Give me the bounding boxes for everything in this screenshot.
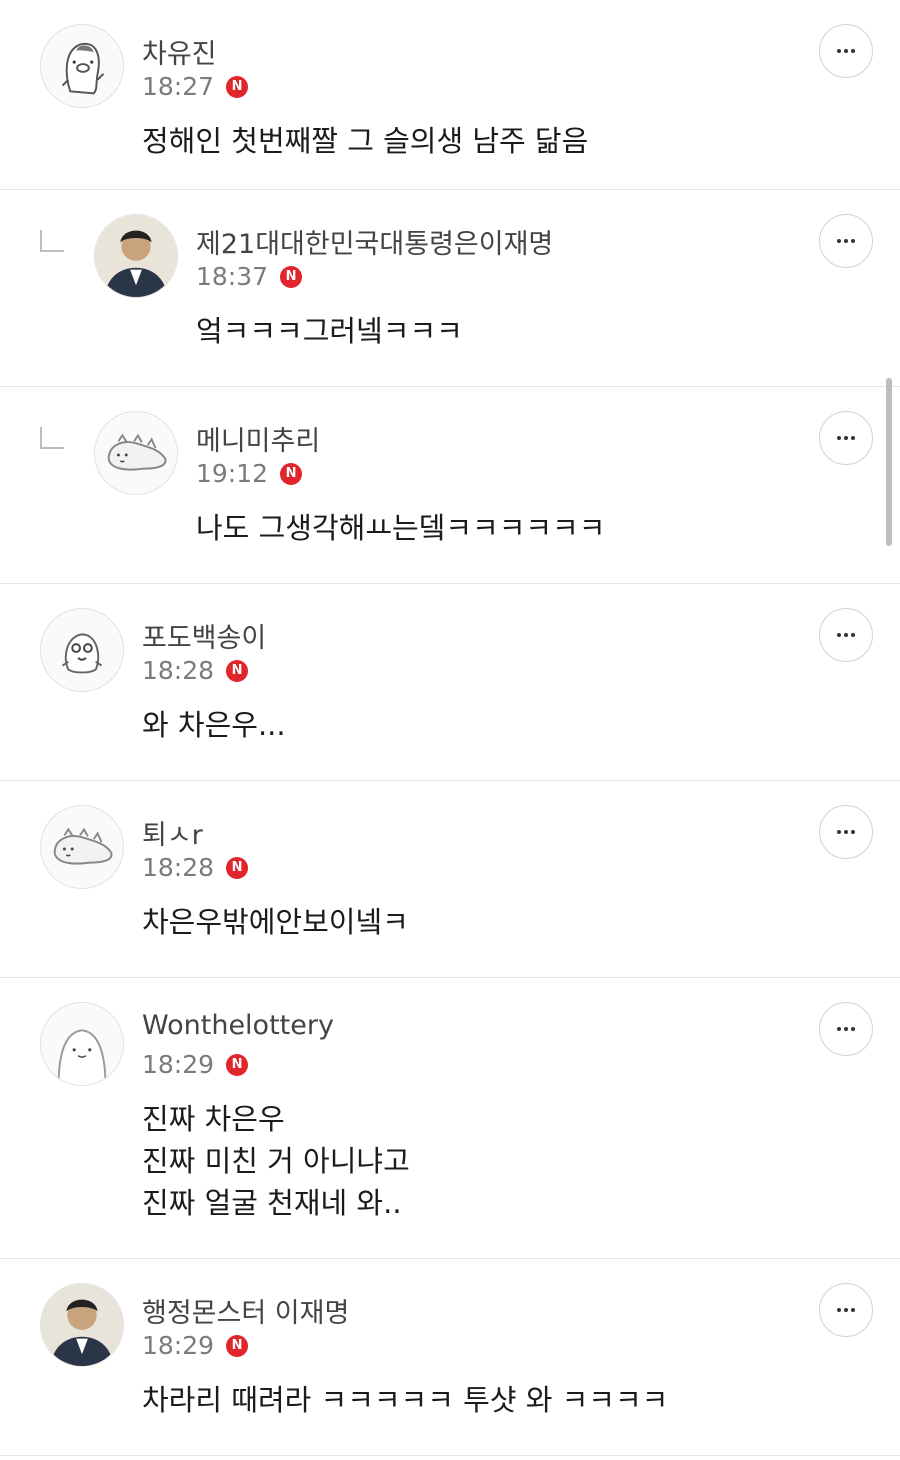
comment-item: 차유진 18:27 N 정해인 첫번째짤 그 슬의생 남주 닮음 (0, 0, 900, 190)
more-options-button[interactable] (819, 1283, 873, 1337)
person-photo-avatar[interactable] (40, 1283, 124, 1367)
blob-avatar-icon[interactable] (40, 608, 124, 692)
comment-item: 행정몬스터 이재명 18:29 N 차라리 때려라 ㅋㅋㅋㅋㅋ 투샷 와 ㅋㅋㅋㅋ (0, 1259, 900, 1456)
comment-author[interactable]: 제21대대한민국대통령은이재명 (196, 222, 553, 261)
comment-time: 18:27 (142, 72, 215, 101)
comment-author[interactable]: Wonthelottery (142, 1010, 334, 1041)
more-options-button[interactable] (819, 214, 873, 268)
comment-text: 차은우밖에안보이넼ㅋ (142, 905, 409, 939)
comment-meta: 19:12 N (196, 459, 303, 488)
comment-text: 차라리 때려라 ㅋㅋㅋㅋㅋ 투샷 와 ㅋㅋㅋㅋ (142, 1383, 669, 1417)
new-badge: N (226, 659, 249, 682)
comment-meta: 18:28 N (142, 656, 249, 685)
person-photo-avatar[interactable] (94, 214, 178, 298)
new-badge: N (280, 462, 303, 485)
comment-time: 18:28 (142, 656, 215, 685)
comment-meta: 18:29 N (142, 1050, 249, 1079)
more-dots-icon (837, 239, 855, 243)
comment-author[interactable]: 퇴ㅅr (142, 813, 203, 852)
reply-indicator-icon (40, 427, 64, 449)
comment-author[interactable]: 행정몬스터 이재명 (142, 1291, 349, 1330)
comment-text: 나도 그생각해ㅛ는뎈ㅋㅋㅋㅋㅋㅋ (196, 511, 606, 545)
comment-text: 진짜 미친 거 아니냐고 (142, 1144, 410, 1178)
dinosaur-avatar-icon[interactable] (40, 805, 124, 889)
comment-meta: 18:27 N (142, 72, 249, 101)
comment-item: 메니미추리 19:12 N 나도 그생각해ㅛ는뎈ㅋㅋㅋㅋㅋㅋ (0, 387, 900, 584)
new-badge: N (226, 1334, 249, 1357)
more-dots-icon (837, 1308, 855, 1312)
more-options-button[interactable] (819, 805, 873, 859)
penguin-avatar-icon[interactable] (40, 24, 124, 108)
comment-item: Wonthelottery 18:29 N 진짜 차은우진짜 미친 거 아니냐고진짜 … (0, 978, 900, 1259)
more-options-button[interactable] (819, 411, 873, 465)
comment-text: 와 차은우... (142, 708, 286, 742)
comment-meta: 18:37 N (196, 262, 303, 291)
more-dots-icon (837, 436, 855, 440)
comment-item: 포도백송이 18:28 N 와 차은우... (0, 584, 900, 781)
new-badge: N (226, 75, 249, 98)
comment-time: 18:29 (142, 1050, 215, 1079)
comment-meta: 18:29 N (142, 1331, 249, 1360)
comment-time: 18:28 (142, 853, 215, 882)
new-badge: N (226, 1053, 249, 1076)
comment-time: 18:29 (142, 1331, 215, 1360)
comment-text: 정해인 첫번째짤 그 슬의생 남주 닮음 (142, 124, 589, 158)
more-options-button[interactable] (819, 608, 873, 662)
comment-item: 퇴ㅅr 18:28 N 차은우밖에안보이넼ㅋ (0, 781, 900, 978)
reply-indicator-icon (40, 230, 64, 252)
comment-text: 진짜 얼굴 천재네 와.. (142, 1186, 402, 1220)
comment-time: 19:12 (196, 459, 269, 488)
comment-author[interactable]: 포도백송이 (142, 616, 266, 655)
more-dots-icon (837, 633, 855, 637)
comment-author[interactable]: 차유진 (142, 32, 217, 71)
comment-text: 엌ㅋㅋㅋ그러넼ㅋㅋㅋ (196, 314, 463, 348)
more-dots-icon (837, 830, 855, 834)
comment-author[interactable]: 메니미추리 (196, 419, 320, 458)
dinosaur-avatar-icon[interactable] (94, 411, 178, 495)
comment-item: 제21대대한민국대통령은이재명 18:37 N 엌ㅋㅋㅋ그러넼ㅋㅋㅋ (0, 190, 900, 387)
more-options-button[interactable] (819, 1002, 873, 1056)
comment-text: 진짜 차은우 (142, 1102, 285, 1136)
comment-list: 차유진 18:27 N 정해인 첫번째짤 그 슬의생 남주 닮음제21대대한민국대통령… (0, 0, 900, 1460)
new-badge: N (280, 265, 303, 288)
scrollbar[interactable] (886, 378, 892, 546)
more-dots-icon (837, 49, 855, 53)
more-options-button[interactable] (819, 24, 873, 78)
more-dots-icon (837, 1027, 855, 1031)
new-badge: N (226, 856, 249, 879)
comment-meta: 18:28 N (142, 853, 249, 882)
round-face-avatar-icon[interactable] (40, 1002, 124, 1086)
comment-time: 18:37 (196, 262, 269, 291)
